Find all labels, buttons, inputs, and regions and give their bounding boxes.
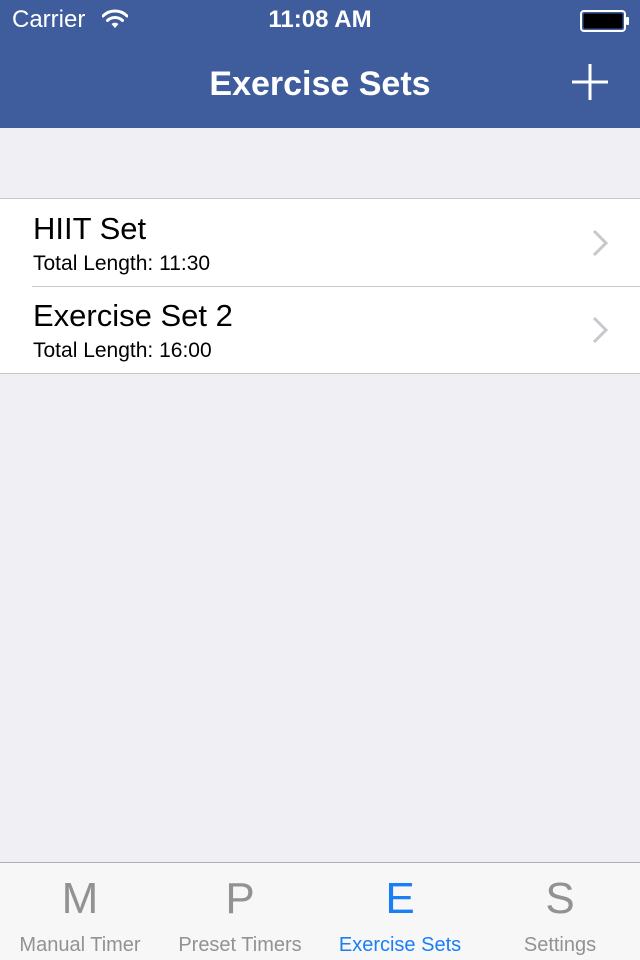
exercise-set-title: HIIT Set xyxy=(33,211,147,246)
tab-bar: M Manual Timer P Preset Timers E Exercis… xyxy=(0,862,640,960)
exercise-set-row[interactable]: HIIT Set Total Length: 11:30 xyxy=(0,199,640,286)
battery-icon xyxy=(580,10,629,32)
page-title: Exercise Sets xyxy=(209,65,431,103)
screen: Carrier 11:08 AM Exercise Sets HIIT Set … xyxy=(0,0,640,960)
manual-timer-tab-icon: M xyxy=(61,874,99,923)
exercise-set-length: Total Length: 16:00 xyxy=(33,339,212,362)
tab-label: Preset Timers xyxy=(178,934,302,956)
tab-manual-timer[interactable]: M Manual Timer xyxy=(0,863,160,960)
tab-label: Exercise Sets xyxy=(338,934,462,956)
header: Carrier 11:08 AM Exercise Sets xyxy=(0,0,640,128)
tab-label: Settings xyxy=(523,934,597,956)
add-exercise-set-button[interactable] xyxy=(566,58,614,106)
exercise-set-length: Total Length: 11:30 xyxy=(33,252,211,275)
exercise-set-row[interactable]: Exercise Set 2 Total Length: 16:00 xyxy=(0,286,640,373)
navigation-bar: Exercise Sets xyxy=(0,40,640,128)
exercise-sets-tab-icon: E xyxy=(385,874,415,923)
tab-label: Manual Timer xyxy=(19,934,141,956)
status-time: 11:08 AM xyxy=(268,6,372,33)
chevron-right-icon xyxy=(592,229,609,257)
tab-preset-timers[interactable]: P Preset Timers xyxy=(160,863,320,960)
settings-tab-icon: S xyxy=(545,874,575,923)
status-bar: Carrier 11:08 AM xyxy=(0,0,640,40)
preset-timers-tab-icon: P xyxy=(225,874,255,923)
chevron-right-icon xyxy=(592,316,609,344)
exercise-set-title: Exercise Set 2 xyxy=(33,298,233,333)
tab-settings[interactable]: S Settings xyxy=(480,863,640,960)
plus-icon xyxy=(572,64,608,100)
tab-exercise-sets[interactable]: E Exercise Sets xyxy=(320,863,480,960)
exercise-set-list: HIIT Set Total Length: 11:30 Exercise Se… xyxy=(0,198,640,374)
